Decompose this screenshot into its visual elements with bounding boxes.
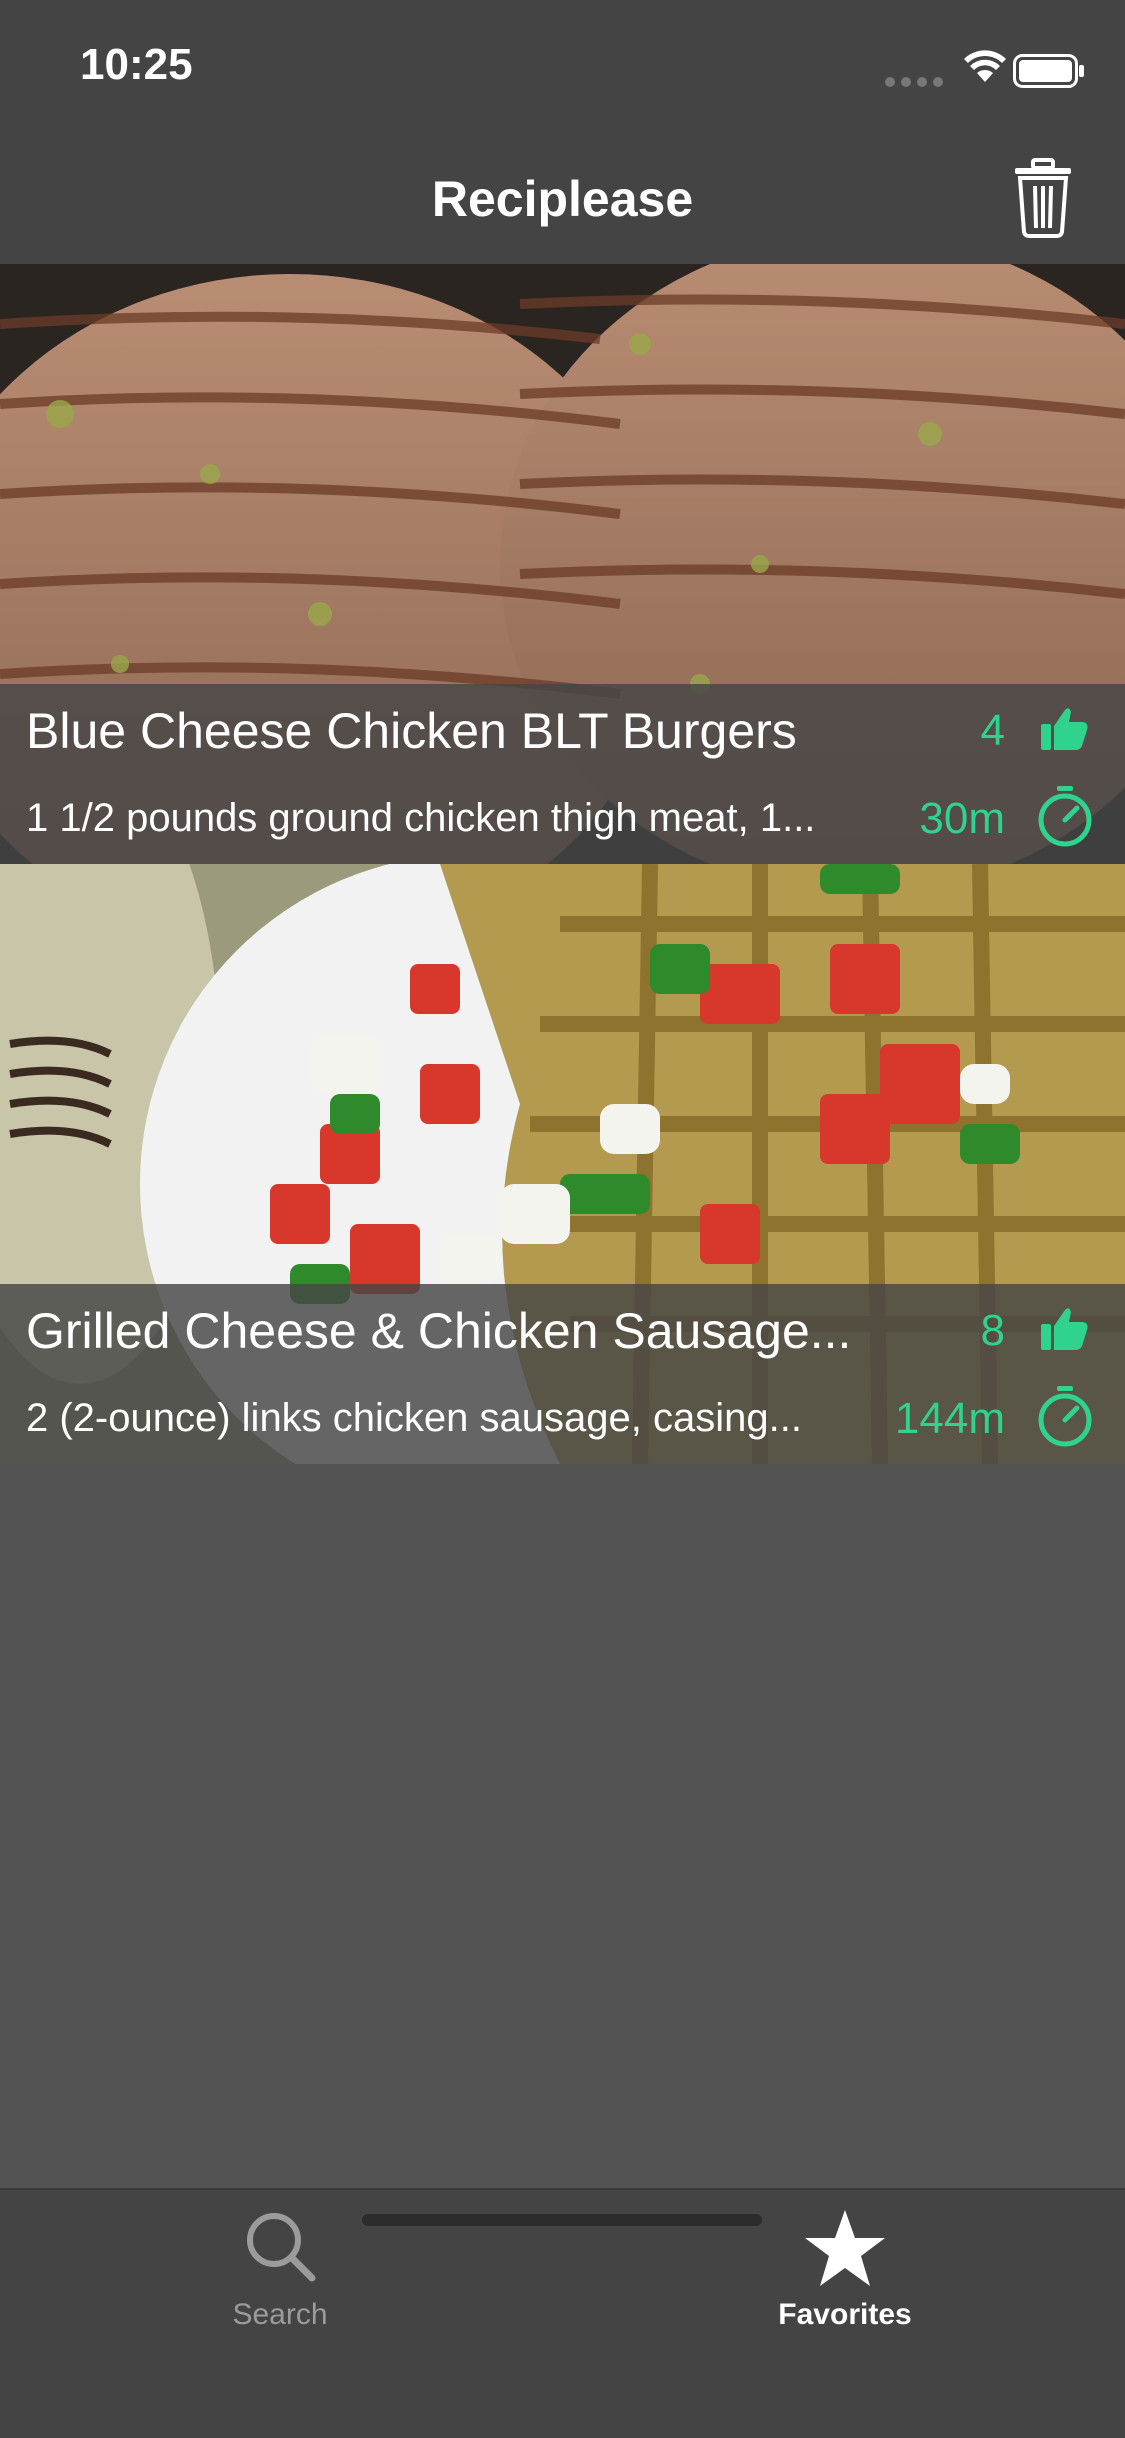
- trash-icon[interactable]: [1011, 158, 1075, 238]
- status-bar: 10:25: [0, 0, 1125, 132]
- status-time: 10:25: [80, 40, 193, 89]
- timer-icon: [1038, 786, 1092, 847]
- cook-time: 30m: [919, 794, 1005, 843]
- likes-count: 8: [980, 1306, 1005, 1355]
- recipe-list: Blue Cheese Chicken BLT Burgers 1 1/2 po…: [0, 264, 1125, 1464]
- signal-icon: [885, 74, 949, 92]
- recipe-cell[interactable]: Grilled Cheese & Chicken Sausage... 2 (2…: [0, 864, 1125, 1464]
- recipe-ingredients: 2 (2-ounce) links chicken sausage, casin…: [26, 1396, 802, 1440]
- search-icon: [247, 2213, 316, 2282]
- recipe-info-overlay: Blue Cheese Chicken BLT Burgers 1 1/2 po…: [0, 684, 1125, 864]
- likes-count: 4: [980, 706, 1005, 755]
- wifi-icon: [964, 50, 1006, 82]
- home-indicator[interactable]: [362, 2214, 762, 2226]
- recipe-title: Grilled Cheese & Chicken Sausage...: [26, 1303, 852, 1359]
- recipe-ingredients: 1 1/2 pounds ground chicken thigh meat, …: [26, 796, 816, 840]
- star-icon: [805, 2210, 885, 2286]
- tab-label: Favorites: [778, 2298, 912, 2331]
- recipe-info-overlay: Grilled Cheese & Chicken Sausage... 2 (2…: [0, 1284, 1125, 1464]
- page-title: Reciplease: [431, 171, 694, 227]
- recipe-cell[interactable]: Blue Cheese Chicken BLT Burgers 1 1/2 po…: [0, 264, 1125, 864]
- cook-time: 144m: [894, 1394, 1005, 1443]
- tab-label: Search: [232, 2298, 328, 2331]
- battery-icon: [1013, 54, 1084, 88]
- timer-icon: [1038, 1386, 1092, 1447]
- thumbs-up-icon: [1041, 1308, 1088, 1350]
- thumbs-up-icon: [1041, 708, 1088, 750]
- status-icons: [885, 48, 1085, 92]
- recipe-title: Blue Cheese Chicken BLT Burgers: [26, 703, 797, 759]
- navigation-bar: Reciplease: [0, 132, 1125, 264]
